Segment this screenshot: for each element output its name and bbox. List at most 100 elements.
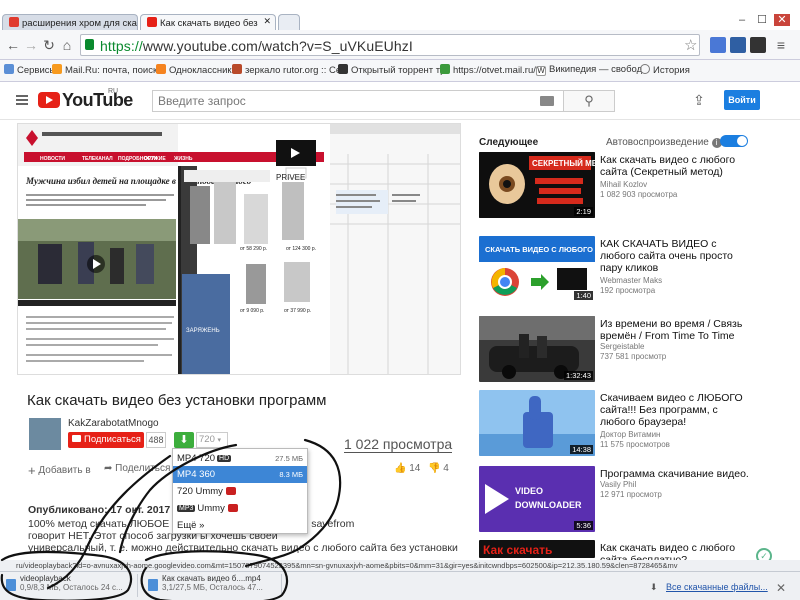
yandex-icon: [9, 17, 19, 27]
dislike-button[interactable]: 👎 4: [428, 463, 449, 474]
subscribe-button[interactable]: Подписаться: [68, 432, 144, 448]
svg-text:СЕКРЕТНЫЙ МЕТОД: СЕКРЕТНЫЙ МЕТОД: [532, 159, 595, 168]
close-downloads-icon[interactable]: ✕: [776, 581, 786, 595]
ummy-icon: [225, 487, 236, 495]
secure-lock-icon: [85, 39, 94, 50]
tab-extensions[interactable]: расширения хром для ска: [2, 14, 138, 30]
related-views-5: 12 971 просмотр: [600, 490, 662, 499]
related-thumb-2[interactable]: СКАЧАТЬ ВИДЕО С ЛЮБОГО САЙТА 1:40: [479, 236, 595, 302]
back-icon[interactable]: ←: [4, 36, 22, 54]
download-option-mp4-720[interactable]: MP4 720 HD 27.5 МБ: [173, 450, 307, 467]
maximize-icon[interactable]: ☐: [754, 14, 770, 26]
download-option-more[interactable]: Ещё »: [173, 517, 307, 534]
download-option-720-ummy[interactable]: 720 Ummy: [173, 483, 307, 500]
video-player[interactable]: НОВОСТИ ТЕЛЕКАНАЛ ПОДРОБНОСТИ ОРУЖИЕ ЖИЗ…: [17, 123, 461, 375]
youtube-logo-text[interactable]: YouTube: [62, 90, 133, 111]
related-channel-4[interactable]: Доктор Витамин: [600, 430, 760, 440]
related-thumb-6-image: Как скачать: [479, 540, 595, 558]
upload-icon[interactable]: ⇪: [692, 92, 706, 108]
download-option-mp3-ummy[interactable]: MP3 Ummy: [173, 500, 307, 517]
all-downloads-link[interactable]: Все скачанные файлы...: [666, 582, 768, 592]
download-extension-icon[interactable]: [730, 37, 746, 53]
related-thumb-3[interactable]: 1:32:43: [479, 316, 595, 382]
related-channel-1[interactable]: Mihail Kozlov: [600, 180, 760, 190]
reload-icon[interactable]: ↻: [40, 36, 58, 54]
quality-dropdown[interactable]: 720 ▾: [196, 432, 228, 448]
bookmark-star-icon[interactable]: ☆: [684, 36, 697, 54]
bookmark-mailru[interactable]: Mail.Ru: почта, поиск: [52, 64, 157, 76]
channel-avatar[interactable]: [29, 418, 61, 450]
related-thumb-6[interactable]: Как скачать: [479, 540, 595, 558]
search-button[interactable]: ⚲: [563, 90, 615, 112]
bookmark-history[interactable]: История: [640, 64, 690, 76]
add-to-button[interactable]: + Добавить в: [28, 463, 91, 478]
related-channel-3[interactable]: Sergeistable: [600, 342, 760, 352]
download-option-mp4-360[interactable]: MP4 360 8.3 МБ: [173, 466, 307, 483]
forward-icon[interactable]: →: [22, 36, 40, 54]
bookmark-torrent[interactable]: Открытый торрент тр: [338, 64, 445, 76]
embedded-price-4: от 37 990 р.: [284, 308, 311, 314]
torrent-icon: [338, 64, 348, 74]
translate-extension-icon[interactable]: [710, 37, 726, 53]
keyboard-icon[interactable]: [540, 96, 554, 106]
bookmark-odnoklassniki[interactable]: Одноклассники: [156, 64, 237, 76]
download-item-2[interactable]: Как скачать видео б....mp4 3,1/27,5 МБ, …: [146, 574, 282, 597]
download-progress-2: 3,1/27,5 МБ, Осталось 47...: [162, 583, 263, 592]
embedded-nav-4: ОРУЖИЕ: [144, 156, 166, 162]
new-tab-button[interactable]: [278, 14, 300, 30]
bookmark-rutor[interactable]: зеркало rutor.org :: Ce: [232, 64, 341, 76]
autoplay-toggle[interactable]: [720, 135, 748, 147]
menu-icon[interactable]: ≡: [772, 37, 790, 53]
related-thumb-5[interactable]: VIDEO DOWNLOADER 5:36: [479, 466, 595, 532]
channel-name[interactable]: KakZarabotatMnogo: [68, 418, 159, 429]
url-text: https://www.youtube.com/watch?v=S_uVKuEU…: [100, 38, 413, 54]
tab-youtube[interactable]: Как скачать видео без ✕: [140, 14, 276, 30]
related-title-5[interactable]: Программа скачивание видео.: [600, 468, 750, 480]
publish-date: Опубликовано: 17 окт. 2017 г.: [28, 504, 180, 516]
related-views-4: 11 575 просмотров: [600, 440, 670, 449]
plus-icon: +: [28, 463, 36, 478]
up-next-heading: Следующее: [479, 137, 539, 148]
video-title: Как скачать видео без установки программ: [27, 392, 327, 409]
like-button[interactable]: 👍 14: [394, 463, 420, 474]
related-channel-2[interactable]: Webmaster Maks: [600, 276, 760, 286]
video-frame: НОВОСТИ ТЕЛЕКАНАЛ ПОДРОБНОСТИ ОРУЖИЕ ЖИЗ…: [18, 124, 460, 374]
otvet-icon: [440, 64, 450, 74]
svg-text:ЗАРЯЖЕНЬ: ЗАРЯЖЕНЬ: [186, 328, 220, 334]
related-title-1[interactable]: Как скачать видео с любого сайта (Секрет…: [600, 154, 750, 178]
file-icon: [148, 579, 158, 591]
ok-icon: [156, 64, 166, 74]
thumbs-up-icon: 👍: [394, 463, 407, 474]
hamburger-menu-icon[interactable]: [16, 95, 28, 105]
download-arrow-button[interactable]: ⬇: [174, 432, 194, 448]
minimize-icon[interactable]: –: [734, 14, 750, 26]
download-item-1[interactable]: videoplayback 0,9/8,3 МБ, Осталось 24 с.…: [4, 574, 138, 597]
adblock-extension-icon[interactable]: [750, 37, 766, 53]
view-count: 1 022 просмотра: [344, 436, 453, 453]
rutor-icon: [232, 64, 242, 74]
youtube-logo-icon[interactable]: [38, 92, 60, 108]
related-title-2[interactable]: КАК СКАЧАТЬ ВИДЕО с любого сайта очень п…: [600, 238, 750, 274]
close-window-icon[interactable]: ✕: [774, 14, 790, 26]
related-thumb-1[interactable]: СЕКРЕТНЫЙ МЕТОД 2:19: [479, 152, 595, 218]
share-button[interactable]: ➦ Поделиться: [104, 463, 170, 474]
related-title-3[interactable]: Из времени во время / Связь времён / Fro…: [600, 318, 750, 342]
related-title-4[interactable]: Скачиваем видео с ЛЮБОГО сайта!!! Без пр…: [600, 392, 750, 428]
status-url: ru/videoplayback?id=o-avnuxaxjvh-aome.go…: [0, 560, 800, 571]
tab-close-icon[interactable]: ✕: [263, 16, 271, 27]
bookmark-wikipedia[interactable]: W Википедия — свобод: [536, 64, 642, 76]
search-placeholder: Введите запрос: [158, 94, 246, 108]
embedded-nav-1: НОВОСТИ: [40, 156, 65, 162]
bookmark-services[interactable]: Сервисы: [4, 64, 56, 76]
related-views-3: 737 581 просмотр: [600, 352, 667, 361]
embedded-price-2: от 124 300 р.: [286, 246, 316, 252]
download-name-2: Как скачать видео б....mp4: [162, 574, 261, 583]
youtube-region: RU: [108, 88, 119, 95]
svg-text:DOWNLOADER: DOWNLOADER: [515, 500, 582, 510]
bookmark-otvet[interactable]: https://otvet.mail.ru/: [440, 64, 536, 76]
related-thumb-4[interactable]: 14:38: [479, 390, 595, 456]
related-channel-5[interactable]: Vasily Phil: [600, 480, 760, 490]
signin-button[interactable]: Войти: [724, 90, 760, 110]
related-views-2: 192 просмотра: [600, 286, 656, 295]
home-icon[interactable]: ⌂: [58, 36, 76, 54]
